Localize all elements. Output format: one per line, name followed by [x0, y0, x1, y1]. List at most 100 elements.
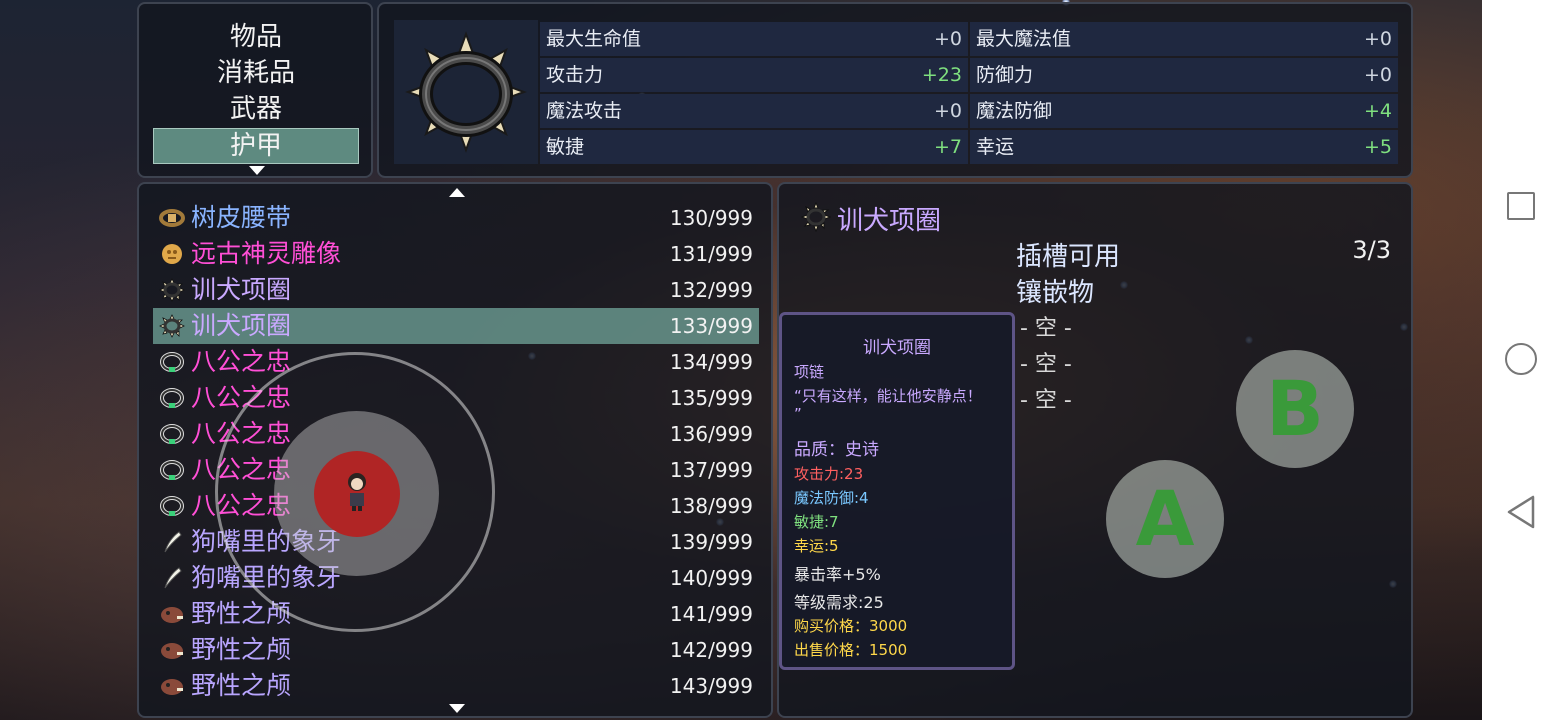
inventory-row[interactable]: 远古神灵雕像 131/999 [153, 236, 759, 272]
item-name: 远古神灵雕像 [191, 239, 342, 268]
system-nav-bar [1482, 0, 1560, 720]
gem-collar-icon [159, 494, 185, 518]
category-armor[interactable]: 护甲 [153, 128, 359, 164]
stat-label: 魔法防御 [976, 100, 1053, 122]
inventory-row[interactable]: 八公之忠 134/999 [153, 344, 759, 380]
joystick-knob[interactable] [314, 451, 400, 537]
stat-label: 防御力 [976, 64, 1034, 86]
tooltip-crit: 暴击率+5% [794, 565, 881, 584]
gem-collar-icon [159, 422, 185, 446]
belt-icon [159, 206, 185, 230]
triangle-back-icon[interactable] [1505, 494, 1537, 530]
stat-value: +23 [921, 64, 962, 86]
item-quantity: 140/999 [669, 566, 753, 590]
scroll-down-arrow-icon[interactable] [249, 166, 265, 175]
inventory-row[interactable]: 训犬项圈 132/999 [153, 272, 759, 308]
gem-collar-icon [159, 386, 185, 410]
item-quantity: 136/999 [669, 422, 753, 446]
tusk-icon [159, 530, 185, 554]
stat-value: +0 [933, 28, 962, 50]
gem-collar-icon [159, 350, 185, 374]
tooltip-quote-end: ” [794, 405, 802, 423]
stat-value: +4 [1363, 100, 1392, 122]
category-consumables[interactable]: 消耗品 [153, 56, 359, 92]
circle-icon[interactable] [1505, 343, 1537, 375]
category-items[interactable]: 物品 [153, 20, 359, 56]
tooltip-magic-defense: 魔法防御:4 [794, 489, 869, 507]
game-screen: 物品 消耗品 武器 护甲 最大生命值 +0 攻击力 +23 魔法攻击 +0 敏捷… [0, 0, 1482, 720]
item-name: 野性之颅 [191, 671, 292, 700]
scroll-down-arrow-icon[interactable] [449, 704, 465, 713]
scroll-up-arrow-icon[interactable] [449, 188, 465, 197]
tooltip-quote: “只有这样，能让他安静点！ [794, 387, 982, 405]
item-name: 训犬项圈 [191, 275, 292, 304]
stat-max-hp: 最大生命值 +0 [540, 22, 968, 56]
boar-skull-icon [159, 638, 185, 662]
stat-agility: 敏捷 +7 [540, 130, 968, 164]
stat-attack: 攻击力 +23 [540, 58, 968, 92]
slots-available-label: 插槽可用 [1016, 242, 1121, 272]
stat-magic-attack: 魔法攻击 +0 [540, 94, 968, 128]
stat-value: +0 [933, 100, 962, 122]
stat-label: 魔法攻击 [546, 100, 623, 122]
b-button[interactable]: B [1236, 350, 1354, 468]
item-name: 树皮腰带 [191, 203, 292, 232]
tooltip-sell-price: 出售价格：1500 [794, 641, 908, 659]
stat-label: 幸运 [976, 136, 1015, 158]
category-panel: 物品 消耗品 武器 护甲 [137, 2, 373, 178]
stat-value: +7 [933, 136, 962, 158]
stat-luck: 幸运 +5 [970, 130, 1398, 164]
item-name: 野性之颅 [191, 635, 292, 664]
tooltip-title: 训犬项圈 [863, 338, 931, 358]
b-button-label: B [1266, 364, 1324, 453]
stat-value: +0 [1363, 28, 1392, 50]
item-quantity: 138/999 [669, 494, 753, 518]
item-quantity: 143/999 [669, 674, 753, 698]
inlay-slot[interactable]: - 空 - [1020, 346, 1072, 378]
inlay-label: 镶嵌物 [1016, 278, 1095, 308]
a-button[interactable]: A [1106, 460, 1224, 578]
item-quantity: 133/999 [669, 314, 753, 338]
spiked-collar-icon [801, 202, 831, 232]
stat-label: 攻击力 [546, 64, 604, 86]
inventory-row[interactable]: 训犬项圈 133/999 [153, 308, 759, 344]
inventory-row[interactable]: 树皮腰带 130/999 [153, 200, 759, 236]
item-quantity: 131/999 [669, 242, 753, 266]
tooltip-attack: 攻击力:23 [794, 465, 864, 483]
item-quantity: 130/999 [669, 206, 753, 230]
stats-panel: 最大生命值 +0 攻击力 +23 魔法攻击 +0 敏捷 +7 最大魔法值 +0 … [377, 2, 1413, 178]
tooltip-buy-price: 购买价格：3000 [794, 617, 908, 635]
inventory-row[interactable]: 野性之颅 141/999 [153, 596, 759, 632]
item-quantity: 139/999 [669, 530, 753, 554]
player-avatar-icon [348, 473, 366, 511]
virtual-joystick[interactable] [215, 352, 495, 632]
gem-collar-icon [159, 458, 185, 482]
category-weapons[interactable]: 武器 [153, 92, 359, 128]
stat-magic-defense: 魔法防御 +4 [970, 94, 1398, 128]
spiked-collar-icon [159, 314, 185, 338]
stat-value: +5 [1363, 136, 1392, 158]
spiked-collar-icon [405, 31, 527, 153]
inventory-row[interactable]: 野性之颅 142/999 [153, 632, 759, 668]
square-icon[interactable] [1507, 192, 1535, 220]
inlay-slot[interactable]: - 空 - [1020, 310, 1072, 342]
item-quantity: 132/999 [669, 278, 753, 302]
item-quantity: 134/999 [669, 350, 753, 374]
tooltip-agility: 敏捷:7 [794, 513, 839, 531]
boar-skull-icon [159, 674, 185, 698]
inlay-slot[interactable]: - 空 - [1020, 382, 1072, 414]
item-preview [394, 20, 538, 164]
inventory-row[interactable]: 野性之颅 143/999 [153, 668, 759, 704]
stat-defense: 防御力 +0 [970, 58, 1398, 92]
stat-label: 最大魔法值 [976, 28, 1072, 50]
item-name: 八公之忠 [191, 347, 292, 376]
spiked-collar-icon [159, 278, 185, 302]
item-quantity: 137/999 [669, 458, 753, 482]
stat-label: 最大生命值 [546, 28, 642, 50]
tooltip-type: 项链 [794, 363, 825, 381]
boar-skull-icon [159, 602, 185, 626]
tooltip-luck: 幸运:5 [794, 537, 839, 555]
item-quantity: 142/999 [669, 638, 753, 662]
stat-value: +0 [1363, 64, 1392, 86]
tooltip-level-req: 等级需求:25 [794, 593, 884, 612]
